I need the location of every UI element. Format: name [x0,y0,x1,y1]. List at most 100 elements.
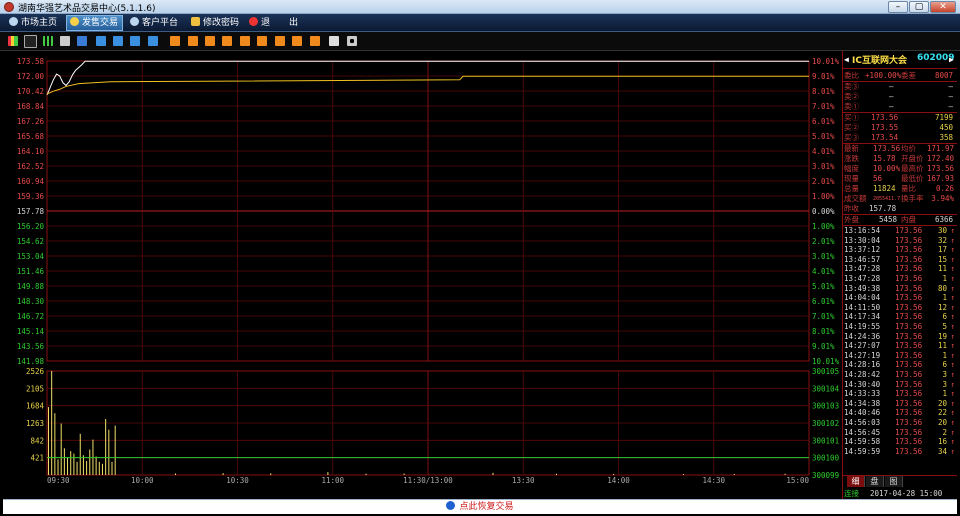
percent-tick-label: 4.01% [812,147,835,156]
tick-time: 14:59:59 [844,446,881,456]
four-icon[interactable] [240,36,250,46]
price-tick-label: 168.84 [17,102,45,111]
tab-orderbook[interactable]: 盘 [866,476,884,487]
stat-value: 2055411.7 [873,196,901,202]
weicha-label: 委差 [901,71,916,80]
tick-up-arrow-icon: ↑ [950,254,955,264]
tick-time: 14:30:40 [844,379,881,389]
tick-price: 173.56 [895,245,923,255]
price-tick-label: 148.30 [17,297,45,306]
ask-volume: — [948,82,953,91]
ask-row: 卖③ — — [843,82,957,92]
resume-trade-bar[interactable]: 点此恢复交易 [3,499,957,514]
hold-tick-label: 300104 [812,384,840,393]
resume-trade-link[interactable]: 点此恢复交易 [459,502,513,512]
title-bar: 湖南华强艺术品交易中心(5.1.1.6) – ▢ ✕ [0,0,960,14]
grid-icon[interactable] [130,36,140,46]
tick-price: 173.56 [895,360,923,370]
tick-up-arrow-icon: ↑ [950,226,955,235]
stat-label: 成交额 [844,194,867,203]
maximize-button[interactable]: ▢ [909,1,929,13]
percent-tick-label: 2.01% [812,237,835,246]
tick-time: 14:56:03 [844,418,881,427]
prev-stock-arrow-icon[interactable]: ◀ [844,55,849,64]
volume-tick-label: 2526 [26,367,45,376]
price-tick-label: 156.20 [17,222,45,231]
inner-value: 6366 [934,215,953,224]
five-icon[interactable] [257,36,267,46]
exit-icon [249,17,258,26]
tick-up-arrow-icon: ↑ [950,322,955,331]
tick-up-arrow-icon: ↑ [950,408,955,418]
candles-icon[interactable] [43,36,53,46]
main-menu: 市场主页 发售交易 客户平台 修改密码 退 出 [0,14,960,32]
stat-value-2: 167.93 [926,174,954,183]
tick-time: 14:17:34 [844,312,881,322]
prev-close-label: 昨收 [844,204,859,213]
menu-issue-trade[interactable]: 发售交易 [66,15,124,31]
price-tick-label: 159.36 [17,192,45,201]
price-tick-label: 141.98 [17,357,45,366]
volume-tick-label: 421 [30,454,44,463]
sort-icon[interactable] [170,36,180,46]
tick-volume: 32 [937,235,947,245]
six-icon[interactable] [275,36,285,46]
minimize-button[interactable]: – [888,1,908,13]
draw-icon[interactable] [329,36,339,46]
menu-market-home[interactable]: 市场主页 [6,15,61,31]
seven-icon[interactable] [292,36,302,46]
bar-chart-icon[interactable] [8,36,18,46]
key-icon [191,17,200,26]
stat-label-2: 开盘价 [901,154,924,163]
prev-close-row: 昨收 157.78 [843,204,957,214]
bid-row: 买③ 173.54 358 [843,133,957,143]
menu-client-platform[interactable]: 客户平台 [127,15,182,31]
two-icon[interactable] [205,36,215,46]
tick-row: 14:33:33 173.56 1 ↑ [843,389,957,399]
tick-up-arrow-icon: ↑ [950,331,955,341]
tick-up-arrow-icon: ↑ [950,360,955,370]
settings-icon[interactable] [347,36,357,46]
percent-tick-label: 2.01% [812,177,835,186]
tick-row: 13:30:04 173.56 32 ↑ [843,236,957,246]
percent-tick-label: 8.01% [812,87,835,96]
app-window: 湖南华强艺术品交易中心(5.1.1.6) – ▢ ✕ 市场主页 发售交易 客户平… [0,0,960,516]
stat-value-2: 173.56 [926,164,954,173]
time-tick-label: 09:30 [47,476,70,485]
news-icon[interactable] [113,36,123,46]
calendar-icon[interactable] [60,36,70,46]
intraday-chart[interactable]: 173.58 10.01% 172.00 9.01% 170.42 8.01% 168.84… [3,51,841,487]
price-tick-label: 153.04 [17,252,45,261]
tick-price: 173.56 [895,370,923,379]
next-stock-arrow-icon[interactable]: ▶ [949,55,954,64]
time-tick-label: 13:30 [512,476,535,485]
ask-price: — [889,82,894,91]
close-button[interactable]: ✕ [930,1,956,13]
three-icon[interactable] [222,36,232,46]
tick-up-arrow-icon: ↑ [950,274,955,283]
quote-icon[interactable] [148,36,158,46]
weibi-value: +100.00% [865,71,902,80]
list-icon[interactable] [77,36,87,46]
menu-exit[interactable]: 退 [246,15,274,31]
info-icon[interactable] [96,36,106,46]
tab-detail[interactable]: 细 [847,476,865,487]
percent-tick-label: 5.01% [812,132,835,141]
one-icon[interactable] [188,36,198,46]
tick-time: 14:27:07 [844,341,881,351]
price-tick-label: 170.42 [17,87,44,96]
stat-label-2: 最高价 [901,164,924,173]
line-chart-icon[interactable] [24,35,37,48]
tick-up-arrow-icon: ↑ [950,446,955,456]
hold-tick-label: 300102 [812,419,839,428]
eight-icon[interactable] [310,36,320,46]
stat-label-2: 均价 [901,144,916,153]
tick-up-arrow-icon: ↑ [950,283,955,293]
price-tick-label: 154.62 [17,237,44,246]
tick-price: 173.56 [895,302,923,312]
menu-change-password[interactable]: 修改密码 [188,15,243,31]
tick-up-arrow-icon: ↑ [950,427,955,437]
menu-exit-suffix[interactable]: 出 [286,15,302,31]
tab-chart[interactable]: 图 [885,476,903,487]
ask-label: 卖② [844,92,859,101]
